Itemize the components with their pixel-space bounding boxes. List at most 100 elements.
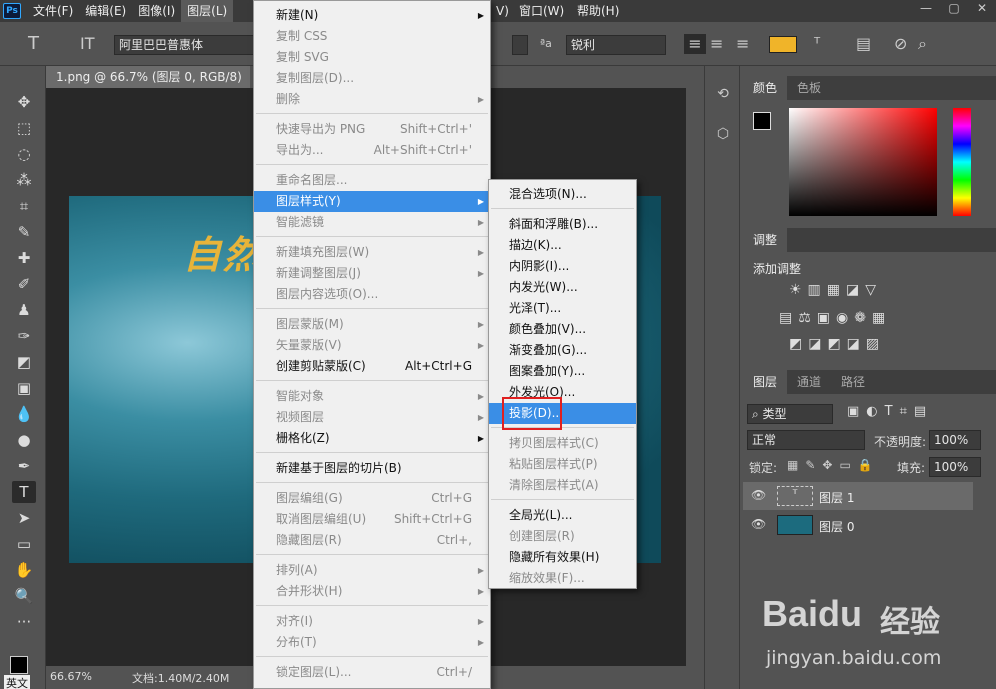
gradient-tool-icon[interactable]: ▣ xyxy=(12,377,36,399)
tab-layers[interactable]: 图层 xyxy=(743,370,788,394)
blur-tool-icon[interactable]: 💧 xyxy=(12,403,36,425)
layer-style-item[interactable]: 清除图层样式(A) xyxy=(489,475,636,496)
adjustment-icons-row-3[interactable]: ◩◪◩◪▨ xyxy=(789,336,885,352)
history-brush-tool-icon[interactable]: ✑ xyxy=(12,325,36,347)
ime-indicator[interactable]: 英文 xyxy=(4,675,30,689)
layer-style-item[interactable]: 创建图层(R) xyxy=(489,526,636,547)
text-color-swatch[interactable] xyxy=(769,36,797,53)
crop-tool-icon[interactable]: ⌗ xyxy=(12,195,36,217)
antialias-select[interactable]: 锐利 xyxy=(566,35,666,55)
hue-slider[interactable] xyxy=(953,108,971,216)
layer-style-item[interactable]: 描边(K)... xyxy=(489,235,636,256)
dodge-tool-icon[interactable]: ● xyxy=(12,429,36,451)
menu-file[interactable]: 文件(F) xyxy=(27,0,79,22)
foreground-color-swatch[interactable] xyxy=(10,656,28,674)
layer-style-item[interactable]: 全局光(L)... xyxy=(489,505,636,526)
menu-layer[interactable]: 图层(L) xyxy=(181,0,234,22)
layer-menu-item[interactable]: 图层编组(G) Ctrl+G xyxy=(254,488,490,509)
layer-menu-item[interactable]: 快速导出为 PNG Shift+Ctrl+' xyxy=(254,119,490,140)
layer-menu-item[interactable]: 复制图层(D)... xyxy=(254,68,490,89)
layer-style-item[interactable]: 拷贝图层样式(C) xyxy=(489,433,636,454)
lasso-tool-icon[interactable]: ◌ xyxy=(12,143,36,165)
layer-menu-item[interactable]: 对齐(I) ▶ xyxy=(254,611,490,632)
menu-view[interactable]: V) xyxy=(490,0,515,22)
layer-menu-item[interactable]: 分布(T) ▶ xyxy=(254,632,490,653)
layer-menu-item[interactable]: 复制 SVG xyxy=(254,47,490,68)
layer-menu-item[interactable]: 复制 CSS xyxy=(254,26,490,47)
visibility-eye-icon[interactable]: 👁 xyxy=(751,488,766,502)
opacity-input[interactable]: 100% xyxy=(929,430,981,450)
layer-menu-item[interactable]: 图层内容选项(O)... xyxy=(254,284,490,305)
align-right-icon[interactable]: ≡ xyxy=(736,34,749,54)
layer-menu-item[interactable]: 导出为... Alt+Shift+Ctrl+' xyxy=(254,140,490,161)
healing-brush-tool-icon[interactable]: ✚ xyxy=(12,247,36,269)
layer-style-item[interactable]: 渐变叠加(G)... xyxy=(489,340,636,361)
tab-color[interactable]: 颜色 xyxy=(743,76,788,100)
tab-paths[interactable]: 路径 xyxy=(831,370,875,394)
layer-style-item[interactable]: 粘贴图层样式(P) xyxy=(489,454,636,475)
path-selection-tool-icon[interactable]: ➤ xyxy=(12,507,36,529)
layer-menu-item[interactable]: 新建(N) ▶ xyxy=(254,5,490,26)
layer-kind-filter[interactable]: ⌕ 类型 xyxy=(747,404,833,424)
font-family-select[interactable]: 阿里巴巴普惠体 xyxy=(114,35,254,55)
warp-text-icon[interactable]: ᵀ xyxy=(814,34,820,54)
layer-menu-item[interactable]: 智能对象 ▶ xyxy=(254,386,490,407)
layer-name[interactable]: 图层 0 xyxy=(819,518,854,535)
menu-window[interactable]: 窗口(W) xyxy=(513,0,570,22)
layer-menu-item[interactable]: 栅格化(Z) ▶ xyxy=(254,428,490,449)
layer-style-item[interactable]: 内阴影(I)... xyxy=(489,256,636,277)
layer-menu-item[interactable]: 锁定图层(L)... Ctrl+/ xyxy=(254,662,490,683)
more-tools-icon[interactable]: ··· xyxy=(12,611,36,633)
layer-style-item[interactable]: 图案叠加(Y)... xyxy=(489,361,636,382)
zoom-level[interactable]: 66.67% xyxy=(50,670,92,683)
quick-select-tool-icon[interactable]: ⁂ xyxy=(12,169,36,191)
layer-menu-item[interactable]: 视频图层 ▶ xyxy=(254,407,490,428)
marquee-tool-icon[interactable]: ⬚ xyxy=(12,117,36,139)
rectangle-tool-icon[interactable]: ▭ xyxy=(12,533,36,555)
align-left-icon[interactable]: ≡ xyxy=(684,34,706,54)
menu-edit[interactable]: 编辑(E) xyxy=(79,0,132,22)
menu-help[interactable]: 帮助(H) xyxy=(571,0,625,22)
layer-style-item[interactable]: 斜面和浮雕(B)... xyxy=(489,214,636,235)
layer-menu-item[interactable]: 矢量蒙版(V) ▶ xyxy=(254,335,490,356)
layer-menu-item[interactable]: 取消图层编组(U) Shift+Ctrl+G xyxy=(254,509,490,530)
close-button[interactable]: ✕ xyxy=(968,0,996,18)
layer-menu-item[interactable]: 图层蒙版(M) ▶ xyxy=(254,314,490,335)
visibility-eye-icon[interactable]: 👁 xyxy=(751,517,766,531)
align-center-icon[interactable]: ≡ xyxy=(710,34,723,54)
adjustment-icons-row-2[interactable]: ▤⚖▣◉❁▦ xyxy=(779,310,891,326)
minimize-button[interactable]: — xyxy=(912,0,940,18)
history-panel-icon[interactable]: ⟲ xyxy=(713,86,733,106)
layer-name[interactable]: 图层 1 xyxy=(819,489,854,506)
cancel-icon[interactable]: ⊘ xyxy=(894,34,907,54)
eraser-tool-icon[interactable]: ◩ xyxy=(12,351,36,373)
zoom-tool-icon[interactable]: 🔍 xyxy=(12,585,36,607)
tab-channels[interactable]: 通道 xyxy=(787,370,831,394)
font-size-select[interactable] xyxy=(512,35,528,55)
3d-panel-icon[interactable]: ⬡ xyxy=(713,126,733,146)
canvas-text-layer[interactable]: 自然 xyxy=(183,224,263,279)
layer-style-item[interactable]: 缩放效果(F)... xyxy=(489,568,636,589)
layer-menu-item[interactable]: 新建基于图层的切片(B) xyxy=(254,458,490,479)
layer-row[interactable]: 👁 图层 0 xyxy=(743,511,973,539)
adjustment-icons-row-1[interactable]: ☀▥▦◪▽ xyxy=(789,282,882,298)
menu-image[interactable]: 图像(I) xyxy=(132,0,181,22)
layer-menu-item[interactable]: 重命名图层... xyxy=(254,170,490,191)
hand-tool-icon[interactable]: ✋ xyxy=(12,559,36,581)
clone-stamp-tool-icon[interactable]: ♟ xyxy=(12,299,36,321)
layer-menu-item[interactable]: 合并形状(H) ▶ xyxy=(254,581,490,602)
layer-style-item[interactable]: 内发光(W)... xyxy=(489,277,636,298)
search-icon[interactable]: ⌕ xyxy=(918,34,927,54)
layer-menu-item[interactable]: 删除 ▶ xyxy=(254,89,490,110)
maximize-button[interactable]: ▢ xyxy=(940,0,968,18)
brush-tool-icon[interactable]: ✐ xyxy=(12,273,36,295)
pen-tool-icon[interactable]: ✒ xyxy=(12,455,36,477)
layer-style-item[interactable]: 光泽(T)... xyxy=(489,298,636,319)
lock-icons[interactable]: ▦✎✥▭🔒 xyxy=(787,458,880,472)
fill-input[interactable]: 100% xyxy=(929,457,981,477)
layer-menu-item[interactable]: 智能滤镜 ▶ xyxy=(254,212,490,233)
text-orientation-icon[interactable]: IT xyxy=(80,34,95,54)
layer-style-item[interactable]: 混合选项(N)... xyxy=(489,184,636,205)
move-tool-icon[interactable]: ✥ xyxy=(12,91,36,113)
layer-menu-item[interactable]: 隐藏图层(R) Ctrl+, xyxy=(254,530,490,551)
